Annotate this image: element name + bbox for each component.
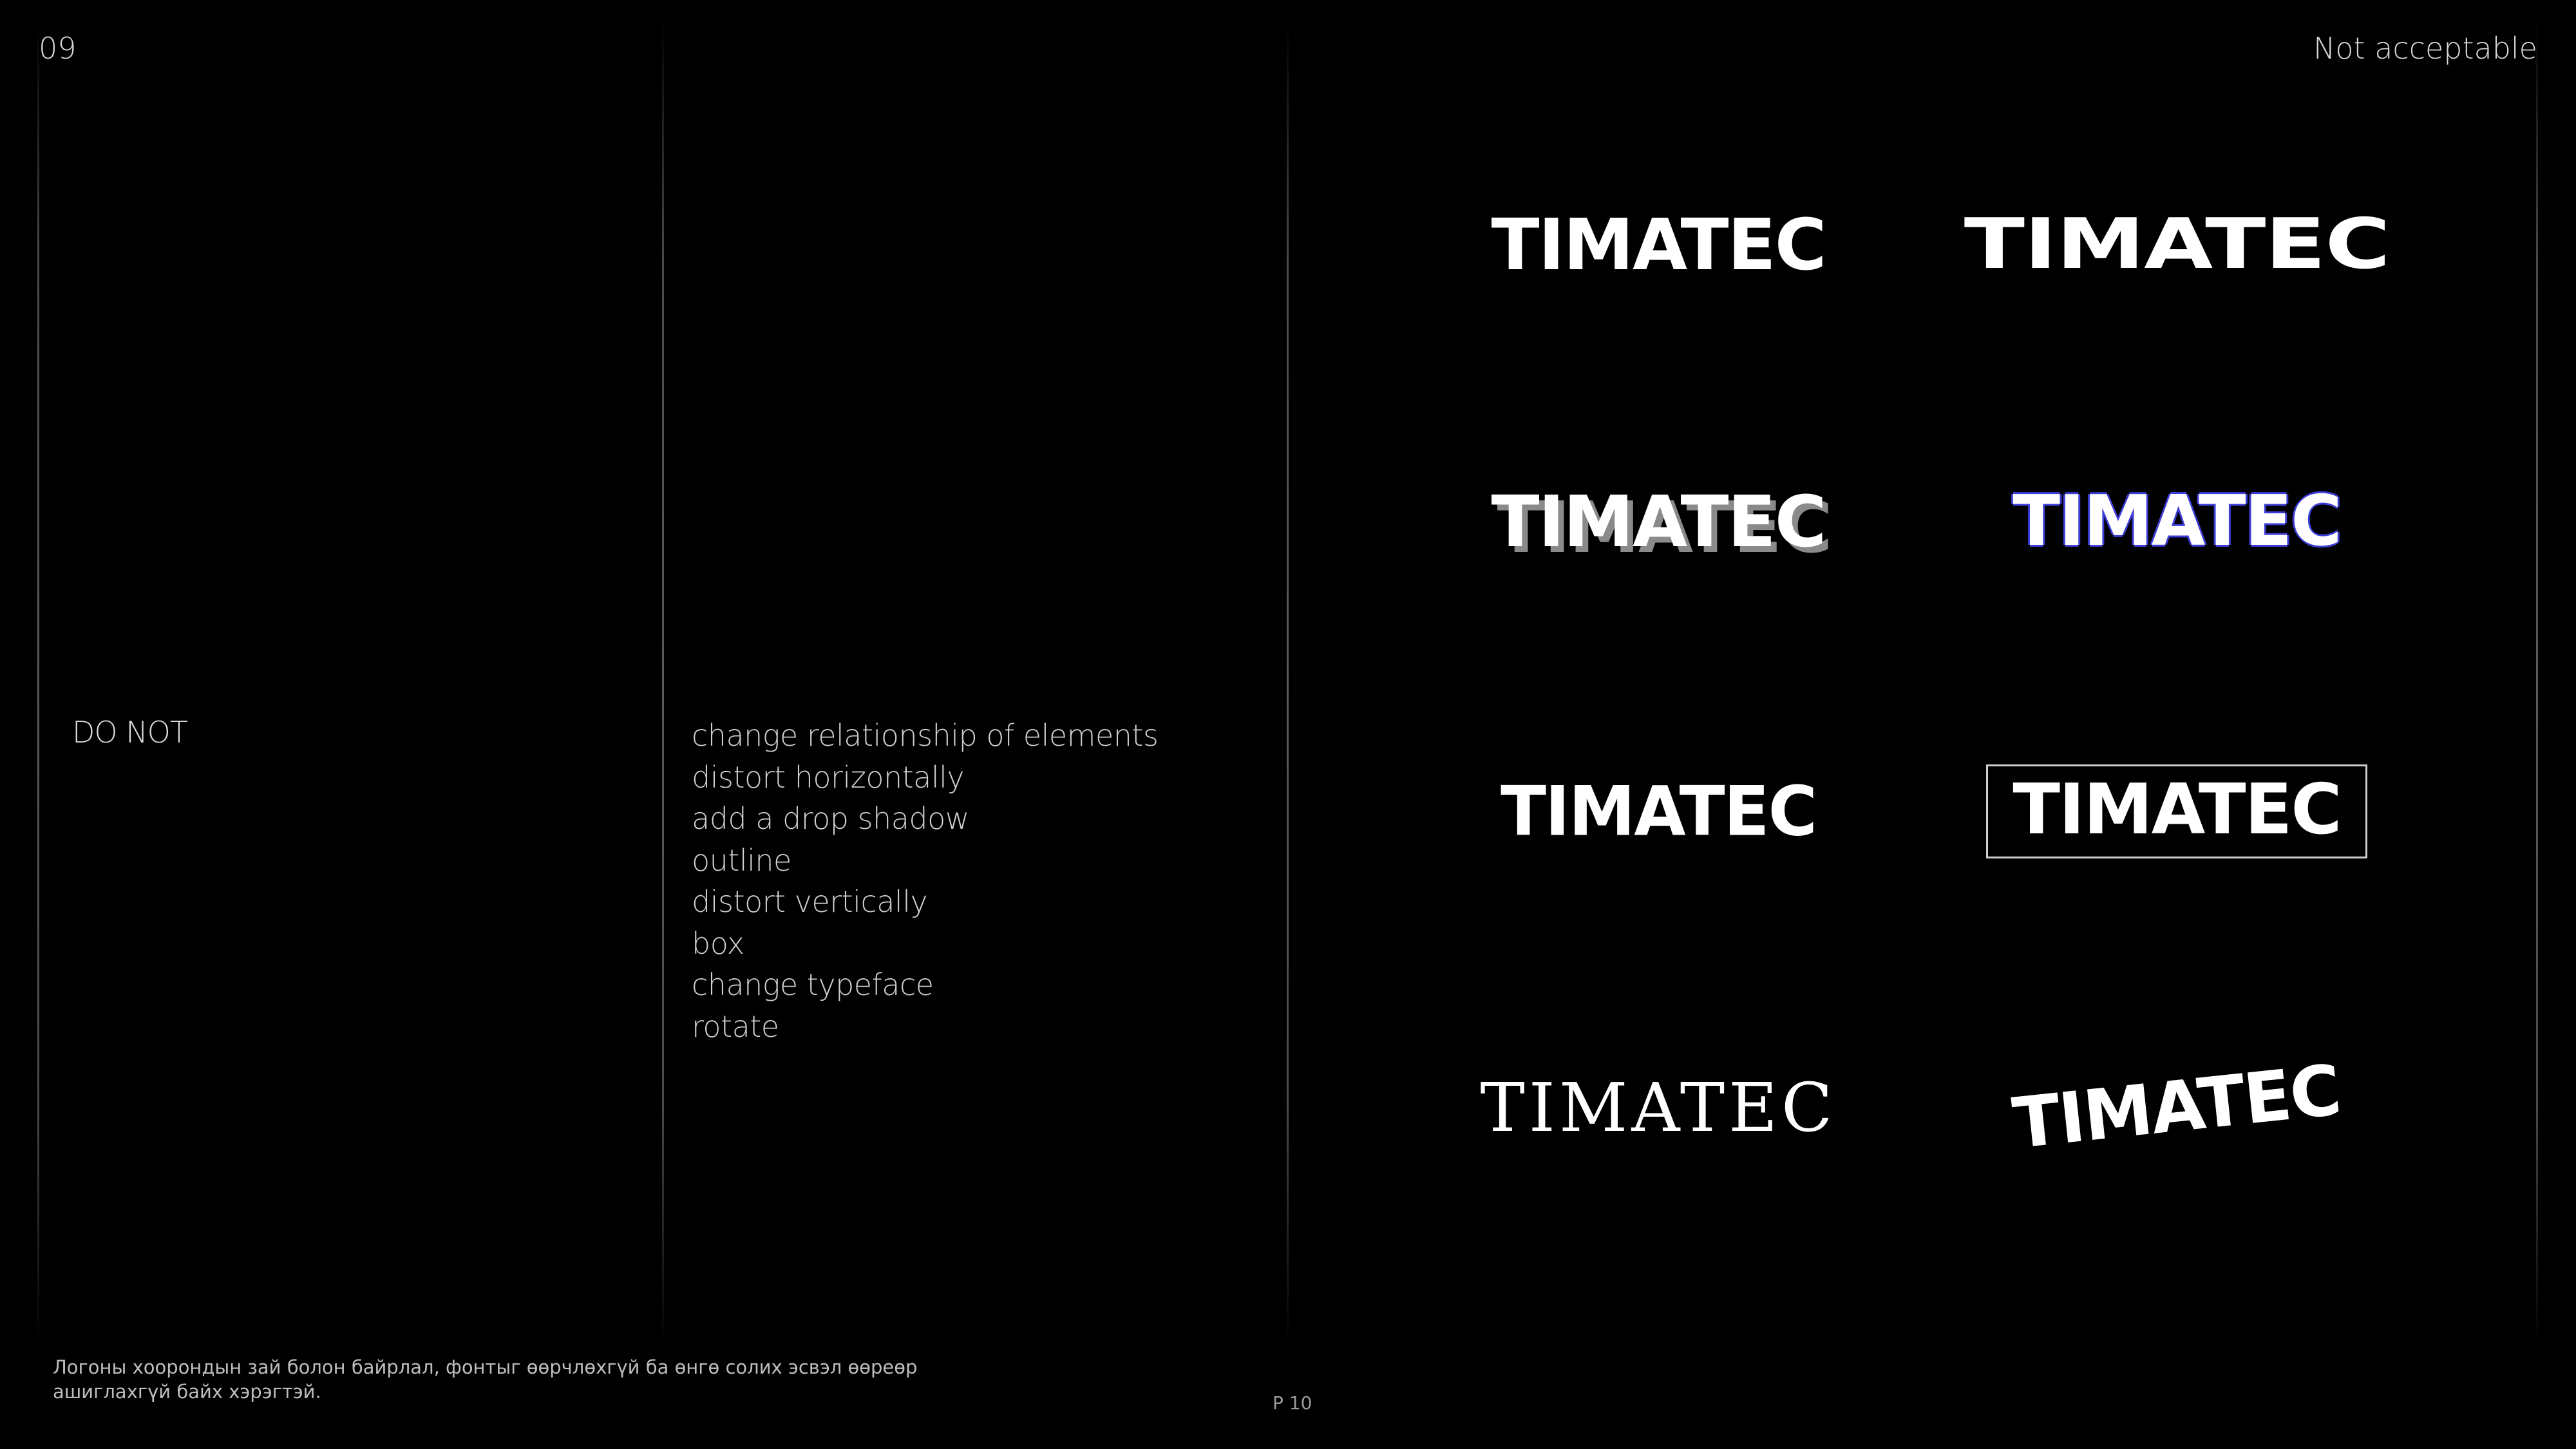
column-divider-right — [1287, 19, 1289, 1346]
do-not-heading: DO NOT — [72, 715, 188, 750]
rule-item: distort vertically — [692, 884, 928, 919]
wordmark-logo: TIMATEC — [1480, 1068, 1837, 1147]
rule-item: change typeface — [692, 967, 934, 1002]
logo-example-box: TIMATEC — [1945, 753, 2409, 869]
rule-item: add a drop shadow — [692, 801, 969, 836]
rule-item: box — [692, 925, 744, 961]
page-number: 09 — [39, 31, 77, 66]
rule-item: change relationship of elements — [692, 718, 1159, 753]
column-divider-middle — [662, 19, 664, 1346]
logo-example-changed-relationship: TIMATEC — [1423, 187, 1893, 303]
column-divider-left — [37, 19, 39, 1346]
logo-example-outline: TIMATEC — [1945, 464, 2409, 580]
rule-item: distort horizontally — [692, 759, 965, 795]
wordmark-logo: TIMATEC — [1491, 204, 1827, 286]
page-reference: P 10 — [1273, 1392, 1312, 1414]
column-divider-edge — [2536, 19, 2538, 1346]
logo-example-changed-typeface: TIMATEC — [1423, 1050, 1893, 1166]
wordmark-logo: TIMATEC — [1501, 771, 1817, 852]
rules-list: change relationship of elements distort … — [692, 715, 1159, 1047]
footnote: Логоны хоорондын зай болон байрлал, фонт… — [53, 1356, 918, 1403]
section-label: Not acceptable — [2313, 31, 2537, 66]
logo-example-drop-shadow: TIMATEC — [1423, 464, 1893, 580]
wordmark-logo: TIMATEC — [1964, 204, 2391, 285]
logo-example-rotated: TIMATEC — [1945, 1050, 2409, 1166]
logo-example-distort-vertical: TIMATEC — [1423, 753, 1893, 869]
wordmark-logo: TIMATEC — [2009, 1050, 2344, 1165]
wordmark-logo: TIMATEC — [1491, 480, 1827, 563]
wordmark-logo: TIMATEC — [2012, 481, 2342, 562]
logo-example-distort-horizontal: TIMATEC — [1945, 187, 2409, 303]
rule-item: rotate — [692, 1009, 779, 1044]
wordmark-logo: TIMATEC — [1986, 764, 2367, 858]
rule-item: outline — [692, 842, 791, 878]
